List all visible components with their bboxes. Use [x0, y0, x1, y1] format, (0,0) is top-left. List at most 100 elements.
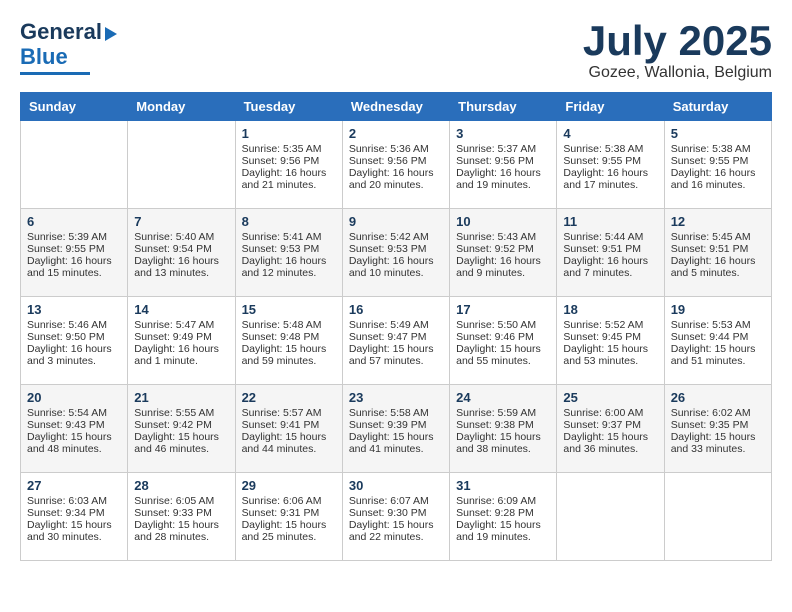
sunrise-text: Sunrise: 5:54 AM [27, 407, 107, 419]
week-row-2: 6 Sunrise: 5:39 AMSunset: 9:55 PM Daylight… [21, 209, 772, 297]
daylight-text: Daylight: 15 hours and 59 minutes. [242, 343, 327, 367]
sunset-text: Sunset: 9:56 PM [242, 155, 320, 167]
day-number: 18 [563, 302, 657, 317]
sunrise-text: Sunrise: 5:39 AM [27, 231, 107, 243]
calendar-cell: 17Sunrise: 5:50 AMSunset: 9:46 PMDayligh… [450, 297, 557, 385]
sunset-text: Sunset: 9:35 PM [671, 419, 749, 431]
sunrise-text: Sunrise: 6:05 AM [134, 495, 214, 507]
day-number: 27 [27, 478, 121, 493]
calendar-cell [128, 121, 235, 209]
calendar-cell: 6Sunrise: 5:39 AMSunset: 9:55 PMDaylight… [21, 209, 128, 297]
weekday-header-tuesday: Tuesday [235, 93, 342, 121]
sunset-text: Sunset: 9:52 PM [456, 243, 534, 255]
sunrise-text: Sunrise: 5:53 AM [671, 319, 751, 331]
daylight-text: Daylight: 16 hours and 9 minutes. [456, 255, 541, 279]
sunset-text: Sunset: 9:55 PM [27, 243, 105, 255]
sunrise-text: Sunrise: 5:40 AM [134, 231, 214, 243]
day-number: 2 [349, 126, 443, 141]
daylight-text: Daylight: 15 hours and 25 minutes. [242, 519, 327, 543]
daylight-text: Daylight: 16 hours and 1 minute. [134, 343, 219, 367]
sunrise-text: Sunrise: 6:02 AM [671, 407, 751, 419]
day-number: 30 [349, 478, 443, 493]
sunset-text: Sunset: 9:55 PM [671, 155, 749, 167]
daylight-text: Daylight: 16 hours and 16 minutes. [671, 167, 756, 191]
sunset-text: Sunset: 9:55 PM [563, 155, 641, 167]
sunrise-text: Sunrise: 5:43 AM [456, 231, 536, 243]
sunrise-text: Sunrise: 5:36 AM [349, 143, 429, 155]
day-number: 26 [671, 390, 765, 405]
calendar-cell: 21Sunrise: 5:55 AMSunset: 9:42 PMDayligh… [128, 385, 235, 473]
calendar-cell: 5Sunrise: 5:38 AMSunset: 9:55 PMDaylight… [664, 121, 771, 209]
calendar-cell: 31Sunrise: 6:09 AMSunset: 9:28 PMDayligh… [450, 473, 557, 561]
daylight-text: Daylight: 16 hours and 3 minutes. [27, 343, 112, 367]
daylight-text: Daylight: 16 hours and 20 minutes. [349, 167, 434, 191]
sunset-text: Sunset: 9:44 PM [671, 331, 749, 343]
daylight-text: Daylight: 15 hours and 33 minutes. [671, 431, 756, 455]
calendar-cell: 4Sunrise: 5:38 AMSunset: 9:55 PMDaylight… [557, 121, 664, 209]
sunset-text: Sunset: 9:38 PM [456, 419, 534, 431]
calendar-cell: 26 Sunrise: 6:02 AMSunset: 9:35 PMDayligh… [664, 385, 771, 473]
daylight-text: Daylight: 15 hours and 57 minutes. [349, 343, 434, 367]
week-row-1: 1Sunrise: 5:35 AMSunset: 9:56 PMDaylight… [21, 121, 772, 209]
day-number: 17 [456, 302, 550, 317]
day-number: 3 [456, 126, 550, 141]
sunrise-text: Sunrise: 5:42 AM [349, 231, 429, 243]
calendar-cell: 16Sunrise: 5:49 AMSunset: 9:47 PMDayligh… [342, 297, 449, 385]
calendar-cell: 18Sunrise: 5:52 AMSunset: 9:45 PMDayligh… [557, 297, 664, 385]
day-number: 23 [349, 390, 443, 405]
calendar-cell: 19Sunrise: 5:53 AMSunset: 9:44 PMDayligh… [664, 297, 771, 385]
sunrise-text: Sunrise: 5:44 AM [563, 231, 643, 243]
sunset-text: Sunset: 9:56 PM [349, 155, 427, 167]
calendar-cell: 30Sunrise: 6:07 AMSunset: 9:30 PMDayligh… [342, 473, 449, 561]
weekday-header-monday: Monday [128, 93, 235, 121]
day-number: 4 [563, 126, 657, 141]
daylight-text: Daylight: 15 hours and 30 minutes. [27, 519, 112, 543]
calendar-cell: 24Sunrise: 5:59 AMSunset: 9:38 PMDayligh… [450, 385, 557, 473]
day-number: 29 [242, 478, 336, 493]
sunset-text: Sunset: 9:54 PM [134, 243, 212, 255]
sunrise-text: Sunrise: 5:49 AM [349, 319, 429, 331]
calendar-cell: 23Sunrise: 5:58 AMSunset: 9:39 PMDayligh… [342, 385, 449, 473]
calendar-cell [557, 473, 664, 561]
sunset-text: Sunset: 9:30 PM [349, 507, 427, 519]
month-title: July 2025 [583, 20, 772, 62]
calendar-cell: 9Sunrise: 5:42 AMSunset: 9:53 PMDaylight… [342, 209, 449, 297]
weekday-header-friday: Friday [557, 93, 664, 121]
calendar-cell: 11Sunrise: 5:44 AMSunset: 9:51 PMDayligh… [557, 209, 664, 297]
day-number: 12 [671, 214, 765, 229]
daylight-text: Daylight: 15 hours and 38 minutes. [456, 431, 541, 455]
sunrise-text: Sunrise: 5:37 AM [456, 143, 536, 155]
daylight-text: Daylight: 16 hours and 12 minutes. [242, 255, 327, 279]
sunrise-text: Sunrise: 6:06 AM [242, 495, 322, 507]
day-number: 13 [27, 302, 121, 317]
day-number: 28 [134, 478, 228, 493]
daylight-text: Daylight: 16 hours and 17 minutes. [563, 167, 648, 191]
sunrise-text: Sunrise: 6:03 AM [27, 495, 107, 507]
sunset-text: Sunset: 9:48 PM [242, 331, 320, 343]
sunrise-text: Sunrise: 5:48 AM [242, 319, 322, 331]
sunset-text: Sunset: 9:31 PM [242, 507, 320, 519]
day-number: 19 [671, 302, 765, 317]
sunset-text: Sunset: 9:34 PM [27, 507, 105, 519]
calendar-cell: 29 Sunrise: 6:06 AMSunset: 9:31 PMDayligh… [235, 473, 342, 561]
daylight-text: Daylight: 16 hours and 13 minutes. [134, 255, 219, 279]
location: Gozee, Wallonia, Belgium [583, 64, 772, 82]
calendar-cell: 2 Sunrise: 5:36 AMSunset: 9:56 PMDaylight… [342, 121, 449, 209]
weekday-header-thursday: Thursday [450, 93, 557, 121]
sunset-text: Sunset: 9:37 PM [563, 419, 641, 431]
day-number: 14 [134, 302, 228, 317]
day-number: 6 [27, 214, 121, 229]
sunset-text: Sunset: 9:50 PM [27, 331, 105, 343]
sunrise-text: Sunrise: 5:45 AM [671, 231, 751, 243]
calendar-cell: 10Sunrise: 5:43 AMSunset: 9:52 PMDayligh… [450, 209, 557, 297]
sunrise-text: Sunrise: 5:52 AM [563, 319, 643, 331]
calendar-cell: 1Sunrise: 5:35 AMSunset: 9:56 PMDaylight… [235, 121, 342, 209]
weekday-header-sunday: Sunday [21, 93, 128, 121]
logo-text: General [20, 20, 117, 44]
sunset-text: Sunset: 9:51 PM [671, 243, 749, 255]
day-number: 20 [27, 390, 121, 405]
day-number: 21 [134, 390, 228, 405]
calendar-cell: 27 Sunrise: 6:03 AMSunset: 9:34 PMDayligh… [21, 473, 128, 561]
sunrise-text: Sunrise: 6:00 AM [563, 407, 643, 419]
calendar-cell: 3Sunrise: 5:37 AMSunset: 9:56 PMDaylight… [450, 121, 557, 209]
